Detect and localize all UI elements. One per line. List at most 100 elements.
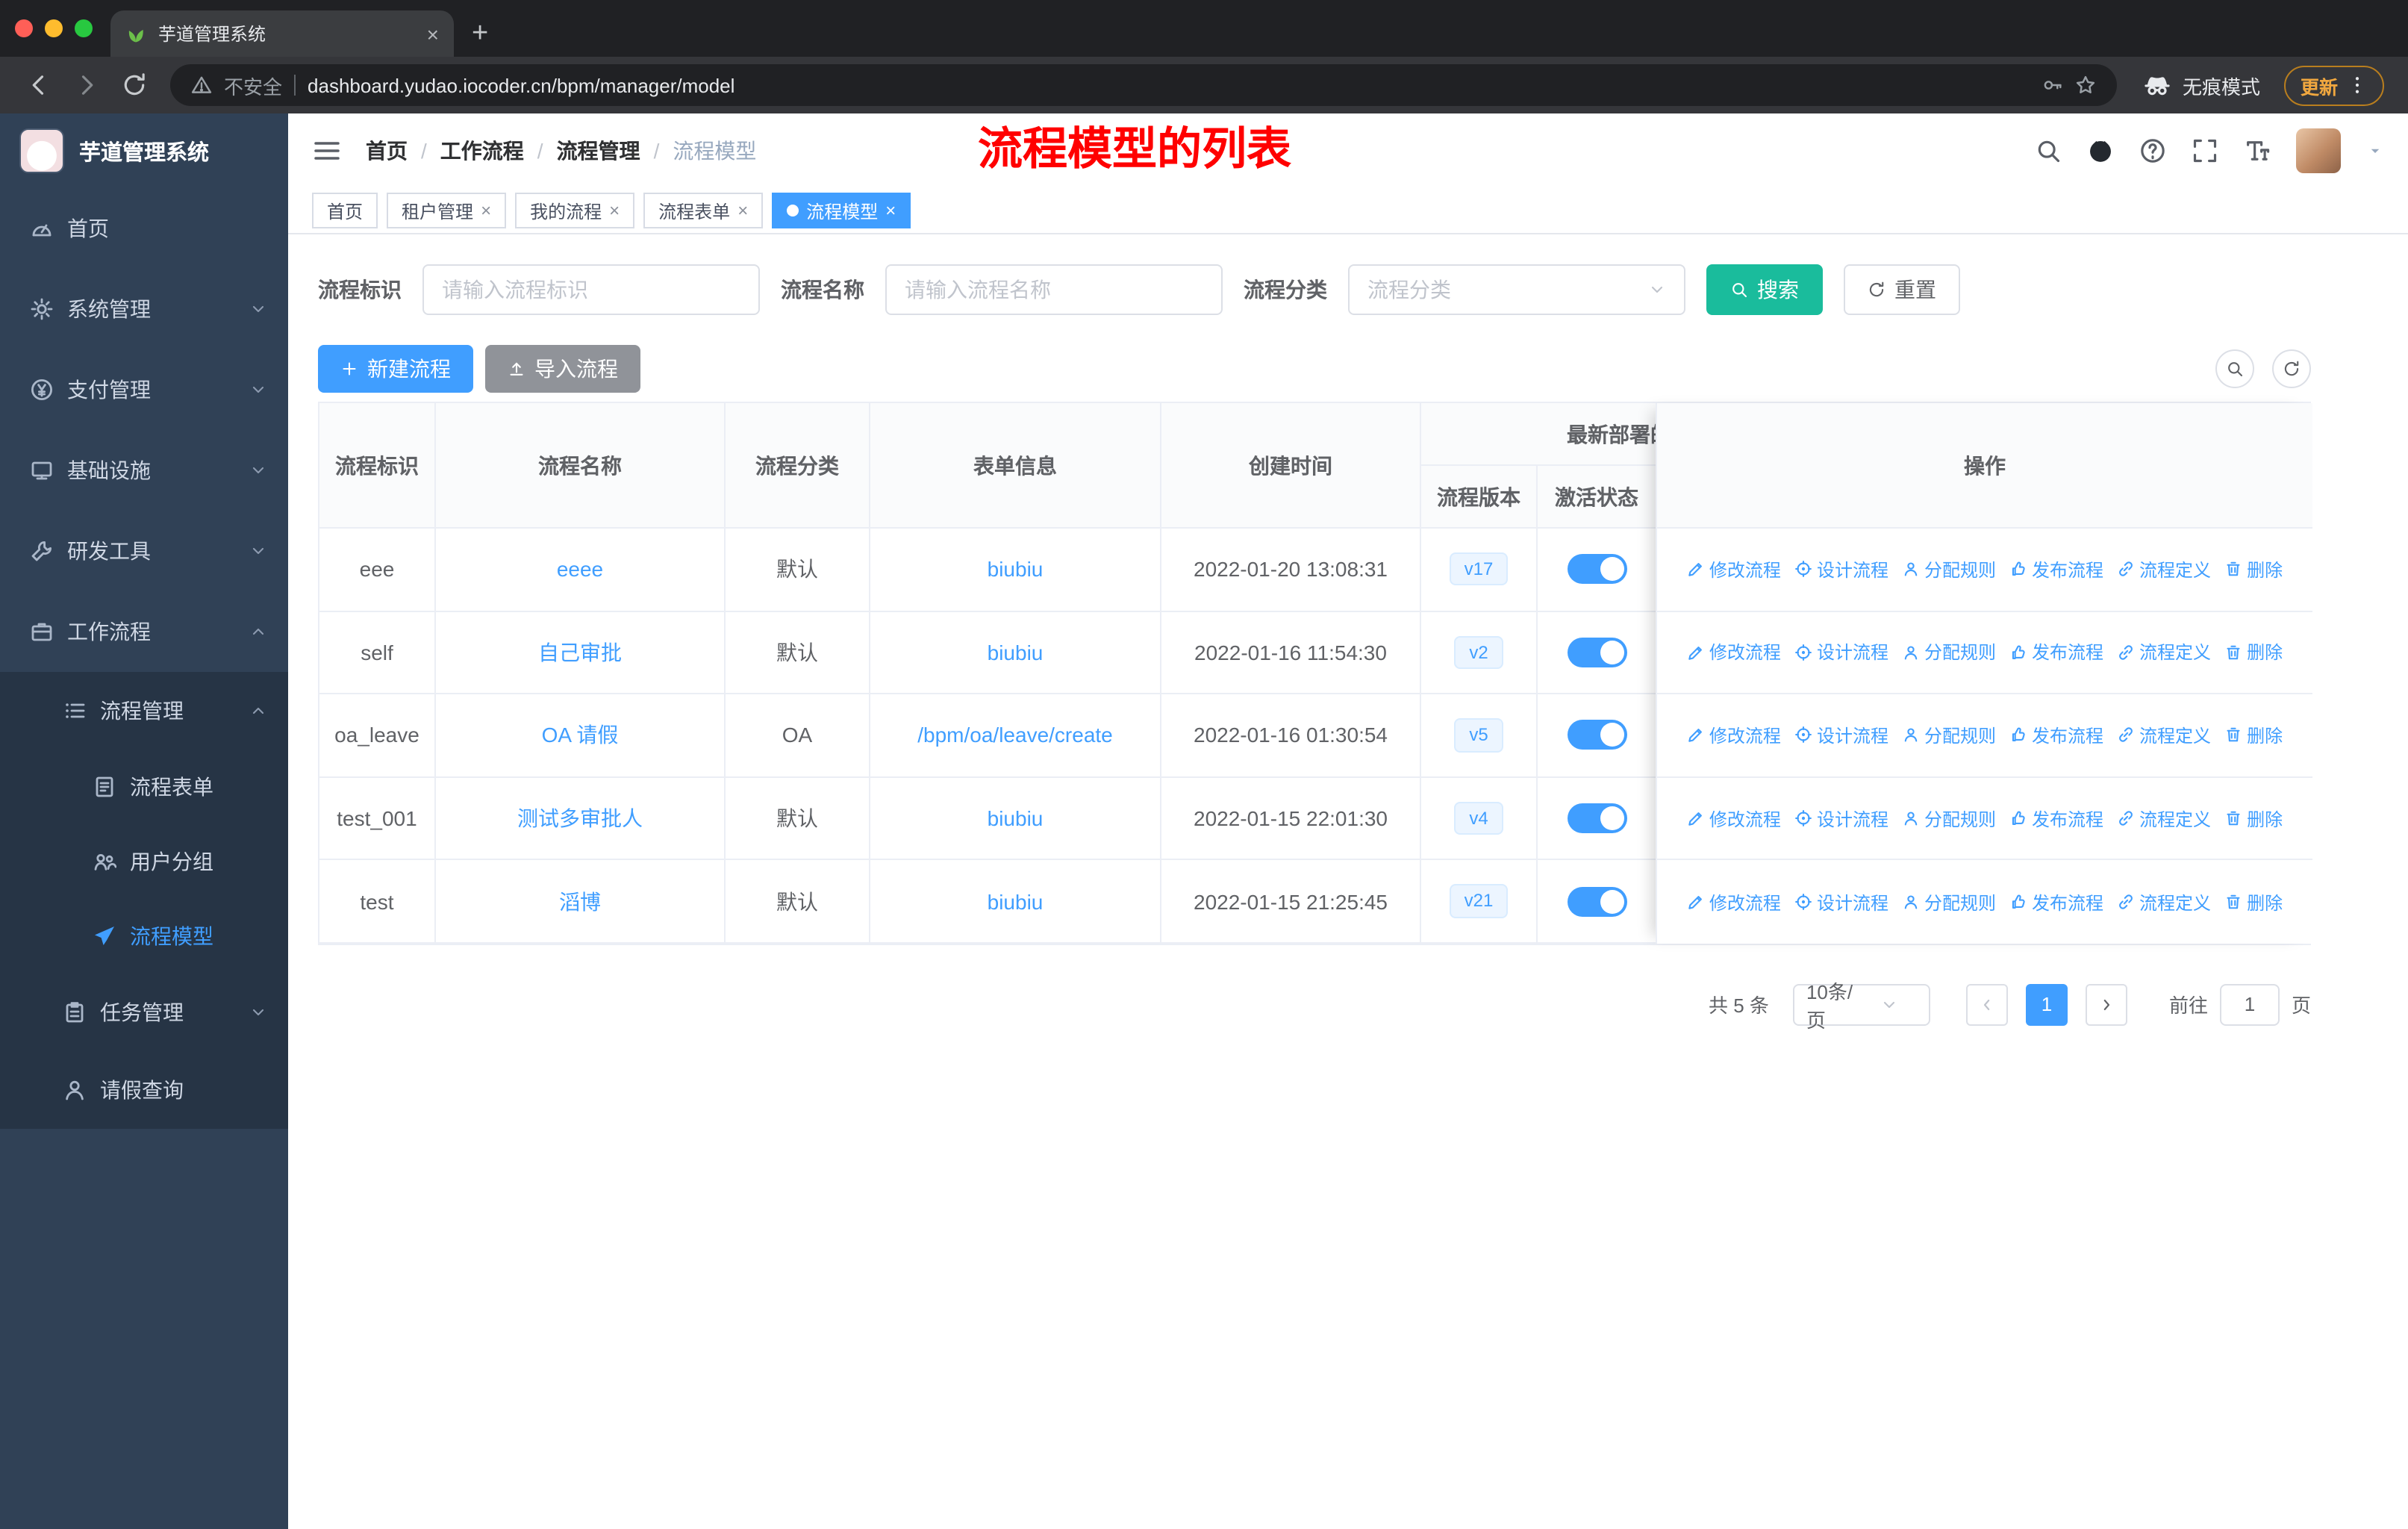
action-publish[interactable]: 发布流程 [2009,723,2103,748]
sidebar-item-devtools[interactable]: 研发工具 [0,511,288,591]
process-name-input-wrap[interactable] [885,264,1223,315]
action-modify[interactable]: 修改流程 [1687,806,1781,831]
sidebar-item-task-manage[interactable]: 任务管理 [0,974,288,1051]
reset-button[interactable]: 重置 [1844,264,1960,315]
process-name-link[interactable]: 滔博 [559,889,601,913]
bookmark-star-icon[interactable] [2075,75,2096,96]
action-assign-rule[interactable]: 分配规则 [1902,889,1996,915]
page-size-select[interactable]: 10条/页 [1792,981,1930,1032]
github-icon[interactable] [2087,137,2114,164]
new-tab-button[interactable]: + [472,19,488,48]
breadcrumb-item[interactable]: 首页 [366,136,408,166]
action-delete[interactable]: 删除 [2224,640,2283,665]
page-number-button[interactable]: 1 [2025,983,2068,1026]
process-key-input-wrap[interactable] [422,264,760,315]
action-delete[interactable]: 删除 [2224,723,2283,748]
password-key-icon[interactable] [2042,75,2063,96]
create-process-button[interactable]: 新建流程 [318,345,473,393]
process-name-link[interactable]: 测试多审批人 [517,806,643,830]
update-button[interactable]: 更新 [2283,65,2384,105]
sidebar-item-system[interactable]: 系统管理 [0,269,288,349]
action-delete[interactable]: 删除 [2224,889,2283,915]
action-publish[interactable]: 发布流程 [2009,889,2103,915]
action-definition[interactable]: 流程定义 [2117,557,2211,582]
active-toggle[interactable] [1567,886,1626,917]
action-design[interactable]: 设计流程 [1794,889,1888,915]
tag-首页[interactable]: 首页 [312,193,378,228]
search-button[interactable]: 搜索 [1706,264,1823,315]
browser-tab[interactable]: 芋道管理系统 × [110,10,454,57]
action-modify[interactable]: 修改流程 [1687,640,1781,665]
action-design[interactable]: 设计流程 [1794,723,1888,748]
action-assign-rule[interactable]: 分配规则 [1902,806,1996,831]
action-design[interactable]: 设计流程 [1794,806,1888,831]
user-avatar[interactable] [2296,128,2341,173]
action-publish[interactable]: 发布流程 [2009,806,2103,831]
action-delete[interactable]: 删除 [2224,806,2283,831]
tag-close-icon[interactable]: × [885,202,896,219]
sidebar-item-home[interactable]: 首页 [0,188,288,269]
fullscreen-icon[interactable] [2192,137,2218,164]
action-delete[interactable]: 删除 [2224,557,2283,582]
action-definition[interactable]: 流程定义 [2117,640,2211,665]
action-definition[interactable]: 流程定义 [2117,723,2211,748]
process-name-input[interactable] [905,278,1203,302]
tag-流程表单[interactable]: 流程表单 × [643,193,764,228]
security-warning-icon[interactable] [191,75,212,96]
action-assign-rule[interactable]: 分配规则 [1902,557,1996,582]
refresh-table-button[interactable] [2272,349,2311,388]
sidebar-item-process-model[interactable]: 流程模型 [0,899,288,974]
active-toggle[interactable] [1567,554,1626,585]
process-name-link[interactable]: 自己审批 [538,641,622,664]
action-design[interactable]: 设计流程 [1794,557,1888,582]
next-page-button[interactable] [2085,983,2127,1026]
action-modify[interactable]: 修改流程 [1687,557,1781,582]
sidebar-item-user-group[interactable]: 用户分组 [0,824,288,899]
search-icon[interactable] [2035,137,2062,164]
action-design[interactable]: 设计流程 [1794,640,1888,665]
import-process-button[interactable]: 导入流程 [485,345,640,393]
breadcrumb-item[interactable]: 流程管理 [557,136,640,166]
action-definition[interactable]: 流程定义 [2117,806,2211,831]
sidebar-item-workflow[interactable]: 工作流程 [0,591,288,672]
process-name-link[interactable]: eeee [557,558,603,582]
back-icon[interactable] [25,72,52,99]
form-link[interactable]: biubiu [988,641,1044,664]
action-publish[interactable]: 发布流程 [2009,640,2103,665]
active-toggle[interactable] [1567,637,1626,667]
action-definition[interactable]: 流程定义 [2117,889,2211,915]
hamburger-icon[interactable] [312,136,342,166]
process-key-input[interactable] [442,278,740,302]
show-search-toggle-button[interactable] [2215,349,2254,388]
form-link[interactable]: biubiu [988,558,1044,582]
reload-icon[interactable] [121,72,148,99]
browser-menu-icon[interactable] [2347,75,2368,96]
tab-close-icon[interactable]: × [427,23,439,44]
form-link[interactable]: biubiu [988,806,1044,830]
sidebar-item-process-manage[interactable]: 流程管理 [0,672,288,750]
action-modify[interactable]: 修改流程 [1687,889,1781,915]
prev-page-button[interactable] [1965,983,2008,1026]
form-link[interactable]: /bpm/oa/leave/create [917,723,1113,747]
active-toggle[interactable] [1567,720,1626,750]
sidebar-item-payment[interactable]: 支付管理 [0,349,288,430]
form-link[interactable]: biubiu [988,889,1044,913]
category-select[interactable]: 流程分类 [1348,264,1685,315]
tag-我的流程[interactable]: 我的流程 × [515,193,635,228]
breadcrumb-item[interactable]: 工作流程 [440,136,524,166]
action-publish[interactable]: 发布流程 [2009,557,2103,582]
minimize-window-button[interactable] [45,19,63,37]
action-assign-rule[interactable]: 分配规则 [1902,723,1996,748]
sidebar-item-leave-query[interactable]: 请假查询 [0,1051,288,1129]
goto-page-input[interactable] [2219,983,2280,1026]
maximize-window-button[interactable] [75,19,93,37]
sidebar-item-infra[interactable]: 基础设施 [0,430,288,511]
forward-icon[interactable] [73,72,100,99]
sidebar-item-process-form[interactable]: 流程表单 [0,750,288,824]
process-name-link[interactable]: OA 请假 [542,723,619,747]
action-modify[interactable]: 修改流程 [1687,723,1781,748]
help-icon[interactable] [2139,137,2166,164]
avatar-caret-icon[interactable] [2366,142,2384,160]
tag-close-icon[interactable]: × [609,202,620,219]
security-label[interactable]: 不安全 [224,71,282,99]
